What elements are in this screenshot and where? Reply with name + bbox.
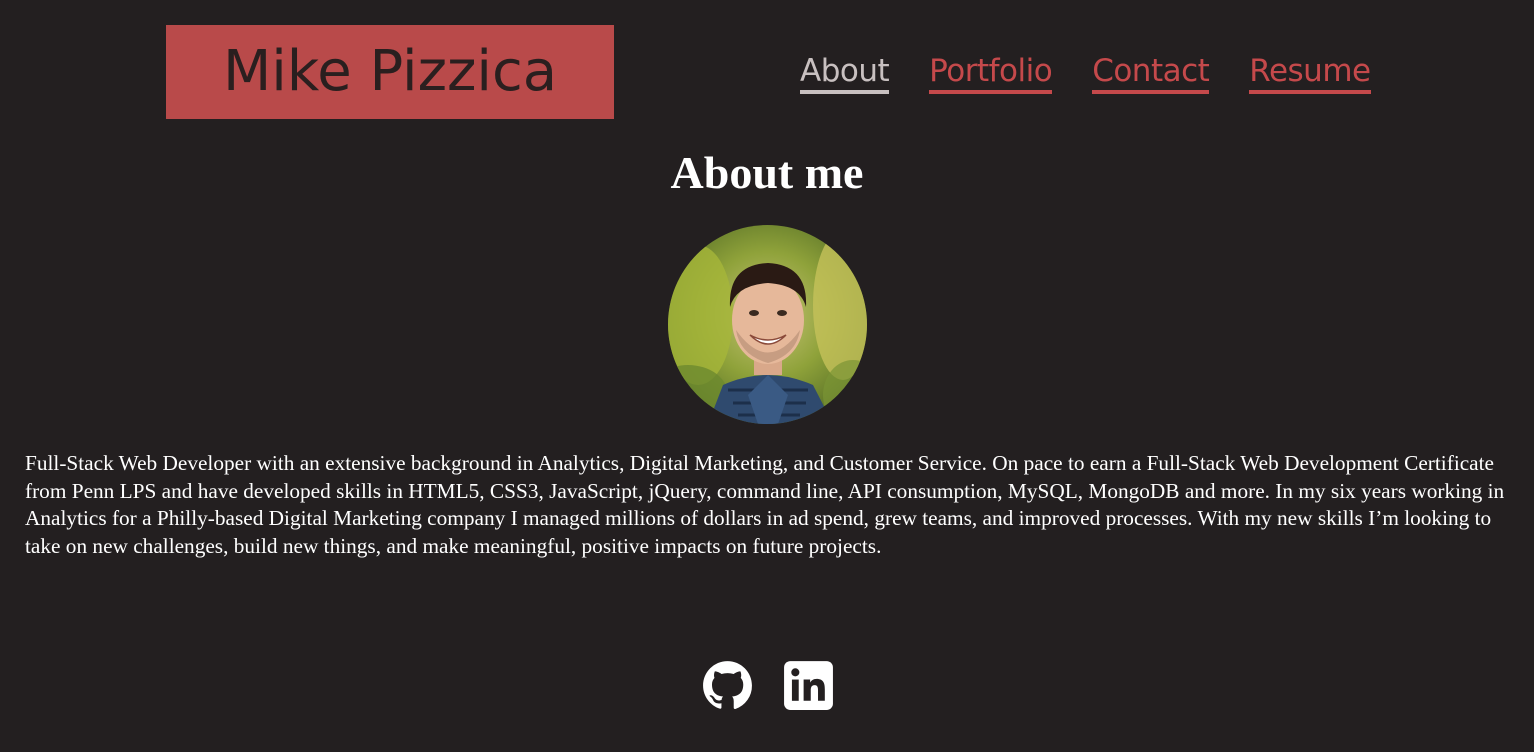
nav-portfolio-link[interactable]: Portfolio [929, 52, 1053, 94]
github-link[interactable] [702, 660, 753, 711]
nav-resume-link[interactable]: Resume [1249, 52, 1371, 94]
linkedin-link[interactable] [783, 660, 834, 711]
social-links [702, 660, 834, 711]
profile-photo [668, 225, 867, 424]
nav-contact-link[interactable]: Contact [1092, 52, 1210, 94]
linkedin-icon [784, 661, 833, 710]
brand-name: Mike Pizzica [222, 39, 558, 104]
brand-logo[interactable]: Mike Pizzica [166, 25, 614, 119]
main-nav: About Portfolio Contact Resume [800, 52, 1371, 94]
bio-text: Full-Stack Web Developer with an extensi… [25, 451, 1505, 558]
page-title: About me [670, 147, 864, 198]
nav-about-link[interactable]: About [800, 52, 890, 94]
github-icon [703, 661, 752, 710]
